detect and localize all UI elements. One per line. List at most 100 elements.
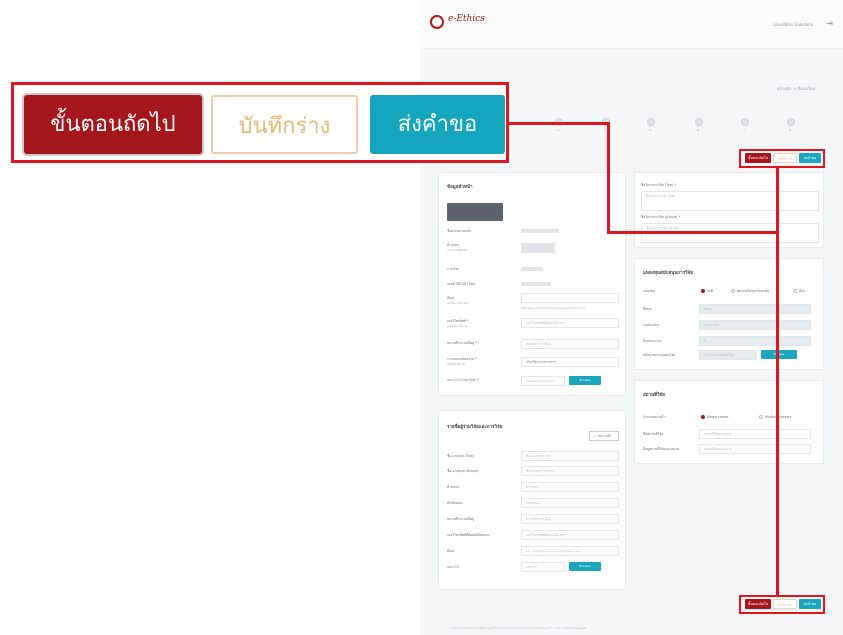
funding-option-other-radio[interactable]: [793, 289, 797, 293]
co-cv-file-input[interactable]: แนบ CV: [521, 562, 565, 572]
research-site-card: สถานที่วิจัย จำนวนสถานที่ * Single cente…: [634, 380, 824, 464]
multiple-centers-radio[interactable]: [759, 415, 763, 419]
field-sublabel: (Mobile Phone): [447, 324, 468, 328]
training-select[interactable]: เลือกใช้ประเภทรายการ: [521, 357, 619, 367]
field-label: งบประมาณ: [643, 323, 660, 327]
field-value: [521, 282, 551, 286]
project-title-th-field[interactable]: ชื่อโครงการวิจัย (ไทย): [641, 191, 819, 211]
site-name-field[interactable]: สถานที่วิจัยและหน่วย: [699, 429, 811, 439]
field-label: ชื่อ-นามสกุล (ไทย): [447, 454, 475, 458]
logo-text: e-Ethics: [448, 14, 485, 24]
cv-browse-button[interactable]: Browse: [569, 376, 601, 385]
callout-connector: [607, 122, 610, 234]
field-label: สถานที่ทำงาน/ที่อยู่ *: [447, 341, 477, 345]
field-label: ปีงบประมาณ: [643, 339, 662, 343]
email-field[interactable]: [521, 293, 619, 303]
field-value: [521, 229, 559, 233]
breadcrumb: หน้าหลัก > ยื่นขอใหม่: [776, 86, 815, 91]
funding-title: แหล่งทุนสนับสนุนการวิจัย: [643, 271, 693, 276]
field-label: ชื่อโครงการวิจัย (อังกฤษ) *: [641, 215, 680, 219]
field-sublabel: (ความรับผิดชอบ): [447, 248, 469, 252]
callout-highlight-bottom: [739, 595, 825, 614]
research-site-title: สถานที่วิจัย: [643, 393, 665, 398]
field-label: แนบ CV: [447, 565, 460, 569]
radio-label: Single center: [707, 415, 729, 419]
field-label: สังกัด/คณะ: [447, 501, 463, 505]
step-label: 8: [789, 128, 791, 132]
field-label: แนบ CV (ภาษาไทย) *: [447, 378, 480, 382]
avatar: [447, 203, 503, 221]
step-label: 4: [604, 128, 606, 132]
radio-label: ไม่มี: [707, 289, 714, 293]
co-position-field[interactable]: ตำแหน่ง: [521, 482, 619, 492]
top-bar: e-Ethics Lina Nitnil Sakalaris ⇥: [420, 0, 843, 49]
radio-label: อื่นๆ: [799, 289, 806, 293]
callout-connector: [607, 231, 778, 234]
step-7-dot[interactable]: [695, 118, 703, 126]
funding-option-internal-radio[interactable]: [731, 289, 735, 293]
co-researchers-title: รายชื่อผู้ร่วมวิจัยและการวิจัย: [447, 425, 503, 430]
site-address-field[interactable]: สถานที่วิจัยและหน่วย: [699, 444, 811, 454]
field-label: เบอร์โทรศัพท์ที่ติดต่อได้สะดวก: [447, 533, 491, 537]
callout-connector: [776, 166, 779, 596]
field-label: ชื่อสถานที่วิจัย: [643, 432, 664, 436]
fund-budget-field[interactable]: งบประมาณ: [699, 320, 811, 330]
field-label: หลักฐานการขอทุนวิจัย: [643, 353, 676, 357]
field-label: ชื่อหน่วยงานหลัก: [447, 229, 472, 233]
fund-evidence-file-input[interactable]: หลักฐานการขอทุนวิจัย *: [699, 350, 757, 360]
step-label: 3: [557, 128, 559, 132]
field-label: ตำแหน่ง: [447, 485, 460, 489]
logout-icon[interactable]: ⇥: [826, 19, 833, 28]
funding-option-none-radio[interactable]: [701, 289, 705, 293]
field-value: [521, 267, 543, 271]
field-label: ชื่อ-นามสกุล (อังกฤษ): [447, 469, 479, 473]
fund-name-field[interactable]: ชื่อทุน: [699, 304, 811, 314]
field-sublabel: (จริยธรรมการ): [447, 362, 466, 366]
field-label: สถานที่ทำงาน/ที่อยู่: [447, 517, 475, 521]
researcher-card-title: ข้อมูลหัวหน้า: [447, 185, 473, 190]
zoomed-action-buttons: ขั้นตอนถัดไป บันทึกร่าง ส่งคำขอ: [11, 82, 509, 163]
footer-text: ระบบรับรองจริยธรรมการวิจัยในมนุษย์ สำนัก…: [450, 627, 587, 630]
phone-field[interactable]: เบอร์โทรศัพท์ที่ติดต่อได้สะดวก: [521, 318, 619, 328]
cv-file-input[interactable]: แนบ CV (ภาษาไทย) *: [521, 376, 565, 386]
field-label: แหล่งทุน: [643, 289, 656, 293]
co-cv-browse-button[interactable]: Browse: [569, 562, 601, 571]
next-step-button-zoomed[interactable]: ขั้นตอนถัดไป: [24, 95, 202, 154]
workplace-field[interactable]: สถานที่ทำงาน/ที่อยู่: [521, 339, 619, 349]
step-9-dot[interactable]: [787, 118, 795, 126]
single-center-radio[interactable]: [701, 415, 705, 419]
field-label: จำนวนสถานที่ *: [643, 415, 667, 419]
co-name-th-field[interactable]: ชื่อ-นามสกุล (ไทย): [521, 451, 619, 461]
field-label: ที่อยู่สถานที่วิจัยและหน่วย: [643, 447, 680, 451]
field-label: ชื่อทุน: [643, 307, 652, 311]
researcher-card: ข้อมูลหัวหน้า ชื่อหน่วยงานหลัก ตำแหน่ง (…: [438, 172, 626, 396]
co-name-en-field[interactable]: ชื่อ-นามสกุล (อังกฤษ): [521, 466, 619, 476]
co-email-field[interactable]: ex : xxxx@xxxx.xxxxxxx@xxxx.com: [521, 546, 619, 556]
callout-connector: [509, 122, 609, 125]
field-label: อีเมล: [447, 549, 455, 553]
funding-card: แหล่งทุนสนับสนุนการวิจัย แหล่งทุน ไม่มี …: [634, 258, 824, 370]
fund-year-field[interactable]: ปี: [699, 336, 811, 346]
field-value: [521, 243, 555, 253]
save-draft-button-zoomed[interactable]: บันทึกร่าง: [211, 95, 358, 154]
step-6-dot[interactable]: [647, 118, 655, 126]
co-workplace-field[interactable]: สถานที่ทำงาน/ที่อยู่: [521, 514, 619, 524]
field-sublabel: (Email Address): [447, 301, 469, 305]
callout-highlight-top: [739, 149, 825, 168]
step-label: 6: [697, 128, 699, 132]
field-label: เลขที่ ORCID (ไทย): [447, 282, 476, 286]
step-8-dot[interactable]: [741, 118, 749, 126]
fund-browse-button[interactable]: Browse: [761, 350, 797, 359]
step-label: 5: [649, 128, 651, 132]
email-help-text: Example: xx.xx@xxxxx.xxxxx.xxx@xxxx.co.t…: [521, 306, 586, 310]
field-label: ภาควิชา: [447, 267, 460, 271]
co-faculty-field[interactable]: สังกัด/คณะ: [521, 498, 619, 508]
submit-button-zoomed[interactable]: ส่งคำขอ: [370, 95, 505, 154]
co-phone-field[interactable]: เบอร์โทรศัพท์ที่ติดต่อได้สะดวก: [521, 530, 619, 540]
step-label: 7: [743, 128, 745, 132]
user-name[interactable]: Lina Nitnil Sakalaris: [774, 22, 813, 27]
co-researchers-card: รายชื่อผู้ร่วมวิจัยและการวิจัย + เพิ่มรา…: [438, 410, 626, 590]
radio-label: ทุนภายในมหาวิทยาลัย: [737, 289, 770, 293]
add-co-researcher-button[interactable]: + เพิ่มรายชื่อ: [589, 431, 619, 441]
field-label: ชื่อโครงการวิจัย (ไทย) *: [641, 183, 676, 187]
